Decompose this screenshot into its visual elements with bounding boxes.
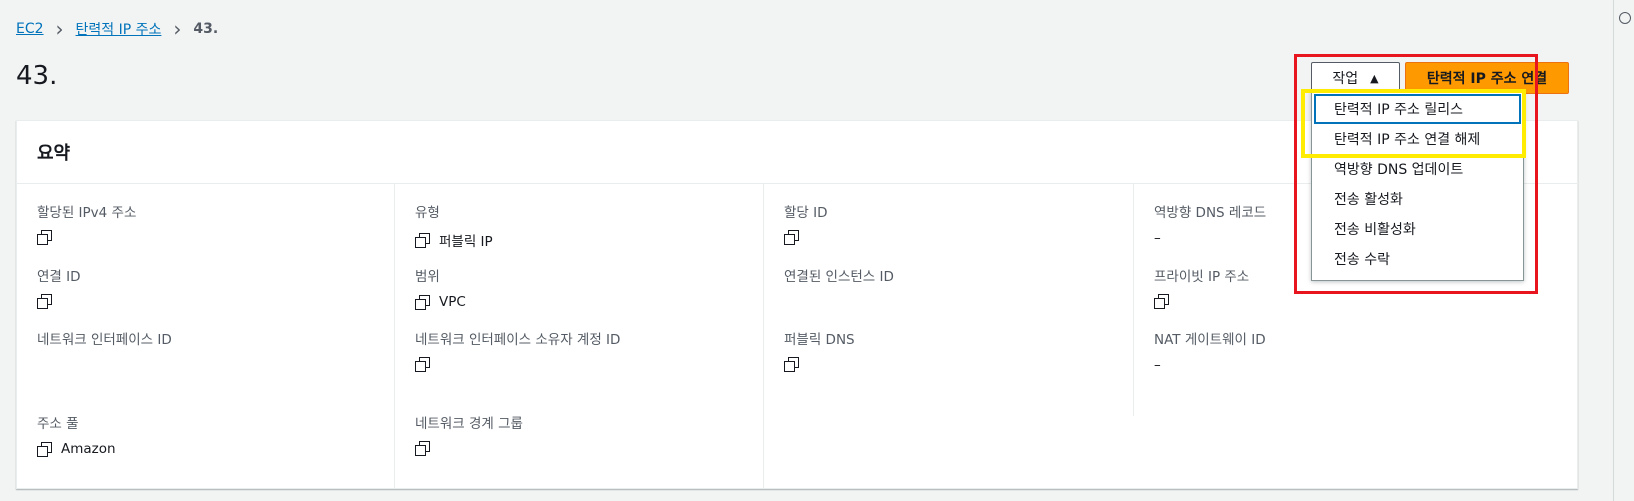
field-label: 네트워크 인터페이스 ID xyxy=(37,332,172,348)
field-label: 범위 xyxy=(415,269,440,285)
summary-column-2: 유형 퍼블릭 IP 범위 VPC 네트워크 인터페이스 소유자 계정 ID 네트… xyxy=(394,183,780,488)
copy-icon[interactable] xyxy=(37,294,52,309)
copy-icon[interactable] xyxy=(784,230,799,245)
right-panel-divider xyxy=(1613,0,1614,501)
field-private-ip: 프라이빗 IP 주소 xyxy=(1154,265,1250,309)
field-associated-instance-id: 연결된 인스턴스 ID xyxy=(784,265,894,285)
menu-item-disassociate-elastic-ip[interactable]: 탄력적 IP 주소 연결 해제 xyxy=(1312,124,1523,154)
field-label: 연결 ID xyxy=(37,269,81,285)
copy-icon[interactable] xyxy=(415,357,430,372)
breadcrumb-current: 43. xyxy=(193,21,219,37)
field-label: 퍼블릭 DNS xyxy=(784,332,855,348)
copy-icon[interactable] xyxy=(415,233,430,248)
field-association-id: 연결 ID xyxy=(37,265,81,309)
menu-item-accept-transfer[interactable]: 전송 수락 xyxy=(1312,244,1523,274)
field-nat-gateway-id: NAT 게이트웨이 ID – xyxy=(1154,328,1266,373)
copy-icon[interactable] xyxy=(415,441,430,456)
field-reverse-dns-record: 역방향 DNS 레코드 – xyxy=(1154,201,1266,246)
breadcrumb-ec2-link[interactable]: EC2 xyxy=(16,21,44,37)
chevron-right-icon: › xyxy=(55,17,64,41)
field-label: 주소 풀 xyxy=(37,416,79,432)
copy-icon[interactable] xyxy=(37,230,52,245)
field-network-border-group: 네트워크 경계 그룹 xyxy=(415,412,523,456)
field-public-dns: 퍼블릭 DNS xyxy=(784,328,855,372)
field-label: 프라이빗 IP 주소 xyxy=(1154,269,1250,285)
menu-item-disable-transfer[interactable]: 전송 비활성화 xyxy=(1312,214,1523,244)
menu-item-release-elastic-ip[interactable]: 탄력적 IP 주소 릴리스 xyxy=(1314,94,1521,124)
field-label: 할당된 IPv4 주소 xyxy=(37,205,137,221)
field-value: – xyxy=(1154,230,1161,246)
field-value: – xyxy=(1154,357,1161,373)
field-label: 네트워크 경계 그룹 xyxy=(415,416,523,432)
copy-icon[interactable] xyxy=(37,442,52,457)
actions-label: 작업 xyxy=(1332,71,1359,87)
field-address-pool: 주소 풀 Amazon xyxy=(37,412,116,457)
associate-elastic-ip-button[interactable]: 탄력적 IP 주소 연결 xyxy=(1405,62,1569,94)
field-label: NAT 게이트웨이 ID xyxy=(1154,332,1266,348)
actions-button[interactable]: 작업 ▲ xyxy=(1311,62,1400,94)
menu-item-update-reverse-dns[interactable]: 역방향 DNS 업데이트 xyxy=(1312,154,1523,184)
breadcrumb-elastic-ip-link[interactable]: 탄력적 IP 주소 xyxy=(76,19,162,39)
field-value: 퍼블릭 IP xyxy=(439,234,493,250)
field-label: 네트워크 인터페이스 소유자 계정 ID xyxy=(415,332,621,348)
copy-icon[interactable] xyxy=(1154,294,1169,309)
field-type: 유형 퍼블릭 IP xyxy=(415,201,493,250)
field-label: 연결된 인스턴스 ID xyxy=(784,269,894,285)
chevron-right-icon: › xyxy=(173,17,182,41)
field-allocated-ipv4: 할당된 IPv4 주소 xyxy=(37,201,137,245)
copy-icon[interactable] xyxy=(415,295,430,310)
field-label: 역방향 DNS 레코드 xyxy=(1154,205,1267,221)
menu-item-enable-transfer[interactable]: 전송 활성화 xyxy=(1312,184,1523,214)
field-allocation-id: 할당 ID xyxy=(784,201,828,245)
field-eni-owner-account-id: 네트워크 인터페이스 소유자 계정 ID xyxy=(415,328,621,372)
summary-column-3: 할당 ID 연결된 인스턴스 ID 퍼블릭 DNS xyxy=(763,183,1149,488)
field-label: 유형 xyxy=(415,205,440,221)
page-title: 43. xyxy=(16,61,58,91)
summary-column-1: 할당된 IPv4 주소 연결 ID 네트워크 인터페이스 ID 주소 풀 Ama… xyxy=(17,183,402,488)
caret-up-icon: ▲ xyxy=(1370,71,1379,85)
field-value: Amazon xyxy=(61,441,116,457)
field-label: 할당 ID xyxy=(784,205,828,221)
actions-dropdown-menu: 탄력적 IP 주소 릴리스 탄력적 IP 주소 연결 해제 역방향 DNS 업데… xyxy=(1311,91,1524,281)
field-network-interface-id: 네트워크 인터페이스 ID xyxy=(37,328,172,348)
copy-icon[interactable] xyxy=(784,357,799,372)
info-icon[interactable] xyxy=(1619,12,1631,24)
field-value: VPC xyxy=(439,294,466,310)
field-scope: 범위 VPC xyxy=(415,265,466,310)
breadcrumb: EC2 › 탄력적 IP 주소 › 43. xyxy=(16,19,218,39)
